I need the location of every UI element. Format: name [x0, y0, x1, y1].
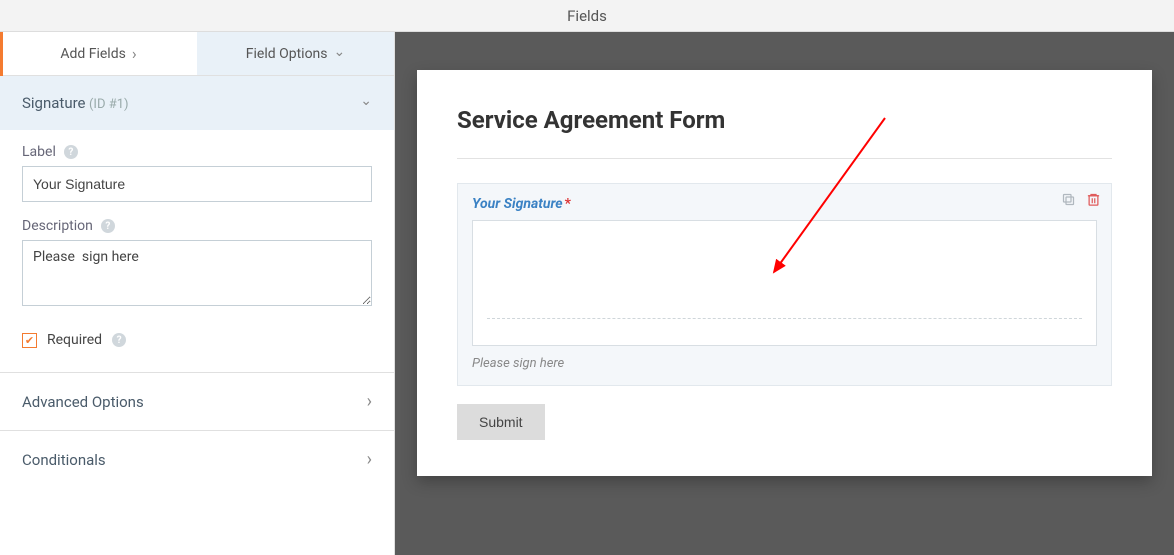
chevron-down-icon: [334, 46, 346, 62]
tab-add-fields[interactable]: Add Fields: [0, 32, 197, 75]
main-area: Add Fields Field Options Signature (ID #…: [0, 32, 1174, 555]
accordion-advanced-options[interactable]: Advanced Options: [0, 372, 394, 430]
help-icon[interactable]: ?: [64, 145, 78, 159]
description-label: Description: [22, 218, 93, 234]
chevron-down-icon: [360, 95, 372, 111]
title-divider: [457, 158, 1112, 159]
label-label: Label: [22, 144, 56, 160]
field-actions: [1061, 192, 1101, 207]
description-group: Description ?: [22, 218, 372, 310]
form-title: Service Agreement Form: [457, 106, 1112, 134]
label-label-row: Label ?: [22, 144, 372, 160]
tab-field-options[interactable]: Field Options: [197, 32, 394, 75]
tabs: Add Fields Field Options: [0, 32, 394, 76]
description-input[interactable]: [22, 240, 372, 306]
accent-bar: [0, 32, 3, 76]
accordion-advanced-label: Advanced Options: [22, 393, 144, 411]
form-preview: Service Agreement Form Your Signature*: [417, 70, 1152, 476]
description-label-row: Description ?: [22, 218, 372, 234]
chevron-right-icon: [132, 44, 137, 63]
duplicate-icon[interactable]: [1061, 192, 1076, 207]
signature-pad[interactable]: [472, 220, 1097, 346]
field-type-label: Signature: [22, 94, 86, 112]
trash-icon[interactable]: [1086, 192, 1101, 207]
left-panel: Add Fields Field Options Signature (ID #…: [0, 32, 395, 555]
chevron-right-icon: [367, 449, 372, 470]
required-checkbox[interactable]: ✔: [22, 333, 37, 348]
options-scroll[interactable]: Signature (ID #1) Label ? Description: [0, 76, 394, 555]
signature-line: [487, 318, 1082, 319]
chevron-right-icon: [367, 391, 372, 412]
label-group: Label ?: [22, 144, 372, 202]
help-icon[interactable]: ?: [101, 219, 115, 233]
required-star: *: [565, 196, 571, 212]
top-bar: Fields: [0, 0, 1174, 32]
signature-description: Please sign here: [472, 356, 1097, 371]
submit-button[interactable]: Submit: [457, 404, 545, 440]
signature-field-wrap[interactable]: Your Signature* Please sign here: [457, 183, 1112, 386]
accordion-conditionals-label: Conditionals: [22, 451, 106, 469]
submit-button-label: Submit: [479, 414, 523, 430]
field-settings-body: Label ? Description ? ✔ Required ?: [0, 130, 394, 372]
tab-field-options-label: Field Options: [246, 46, 328, 62]
field-id-label: (ID #1): [89, 97, 129, 112]
preview-panel: Service Agreement Form Your Signature*: [395, 32, 1174, 555]
signature-label: Your Signature*: [472, 196, 1097, 212]
page-title: Fields: [567, 7, 607, 25]
help-icon[interactable]: ?: [112, 333, 126, 347]
required-row: ✔ Required ?: [22, 326, 372, 362]
signature-label-text: Your Signature: [472, 196, 563, 212]
required-label: Required: [47, 332, 102, 348]
accordion-conditionals[interactable]: Conditionals: [0, 430, 394, 488]
tab-add-fields-label: Add Fields: [60, 46, 126, 62]
field-settings-header[interactable]: Signature (ID #1): [0, 76, 394, 130]
label-input[interactable]: [22, 166, 372, 202]
